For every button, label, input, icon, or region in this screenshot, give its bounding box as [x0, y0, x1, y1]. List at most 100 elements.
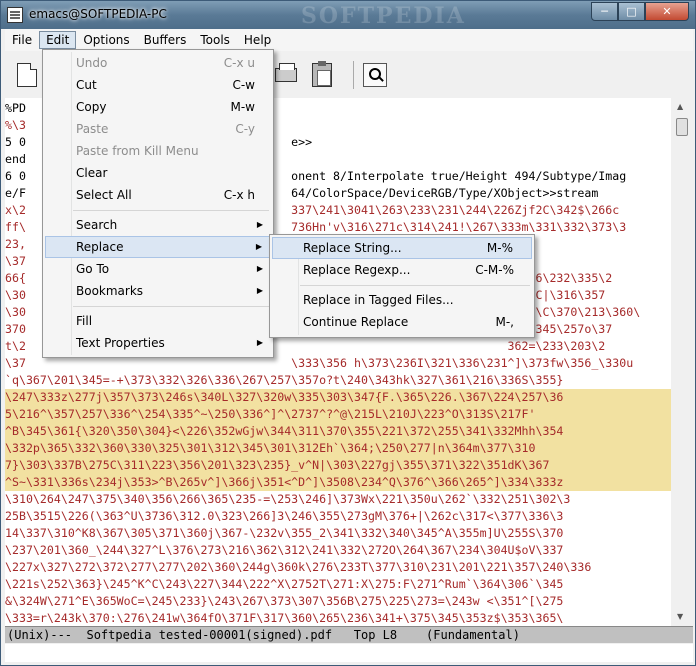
- menu-item-copy[interactable]: Copy M-w: [45, 96, 271, 118]
- menu-item-paste-from-kill-menu[interactable]: Paste from Kill Menu: [45, 140, 271, 162]
- submenu-arrow-icon: ▶: [256, 264, 263, 273]
- menu-item-replace-regexp[interactable]: Replace Regexp... C-M-%: [272, 259, 532, 281]
- menu-item-bookmarks[interactable]: Bookmarks ▶: [45, 280, 271, 302]
- menu-item-label: Search: [76, 218, 118, 232]
- submenu-arrow-icon: ▶: [255, 242, 262, 251]
- menu-item-shortcut: C-y: [235, 122, 255, 136]
- code-line-selected: \247\333z\277j\357\373\246s\340L\327\320…: [5, 389, 671, 406]
- code-line: \227x\327\272\372\277\277\202\360\244g\3…: [5, 560, 592, 574]
- menu-separator: [73, 306, 269, 307]
- code-line-selected: \332p\365\332\360\330\325\301\312\345\30…: [5, 440, 671, 457]
- menu-item-select-all[interactable]: Select All C-x h: [45, 184, 271, 206]
- new-file-icon: [17, 63, 37, 87]
- menu-item-replace[interactable]: Replace ▶: [45, 236, 271, 258]
- menu-item-fill[interactable]: Fill: [45, 310, 271, 332]
- menu-options[interactable]: Options: [76, 31, 136, 49]
- title-bar[interactable]: emacs@SOFTPEDIA-PC SOFTPEDIA ─ □ ✕: [1, 1, 695, 29]
- search-icon: [363, 63, 387, 87]
- print-button[interactable]: [273, 62, 299, 88]
- menu-item-label: Replace String...: [303, 241, 402, 255]
- replace-submenu: Replace String... M-% Replace Regexp... …: [269, 234, 535, 338]
- minimize-button[interactable]: ─: [591, 2, 618, 21]
- window-title: emacs@SOFTPEDIA-PC: [29, 7, 167, 21]
- code-line-selected: ^S~\331\336s\234j\353>^B\265v^]\366j\351…: [5, 474, 671, 491]
- code-line: \221s\252\363}\245^K^C\243\227\344\222^X…: [5, 577, 564, 591]
- submenu-arrow-icon: ▶: [256, 220, 263, 229]
- menu-buffers[interactable]: Buffers: [137, 31, 194, 49]
- paste-button[interactable]: [309, 61, 335, 88]
- code-line-selected: 5\216^\357\257\336^\254\335^~\250\336^]^…: [5, 406, 671, 423]
- menu-item-label: Paste from Kill Menu: [76, 144, 199, 158]
- mode-line: (Unix)--- Softpedia tested-00001(signed)…: [5, 626, 693, 643]
- menu-item-text-properties[interactable]: Text Properties ▶: [45, 332, 271, 354]
- menu-item-label: Replace in Tagged Files...: [303, 293, 454, 307]
- menu-item-search[interactable]: Search ▶: [45, 214, 271, 236]
- menu-item-shortcut: C-w: [232, 78, 255, 92]
- scroll-up-icon[interactable]: ▲: [677, 102, 683, 111]
- menu-item-label: Replace: [76, 240, 124, 254]
- close-icon: ✕: [662, 5, 672, 18]
- search-button[interactable]: [362, 62, 388, 88]
- menu-item-shortcut: C-M-%: [475, 263, 514, 277]
- menu-item-go-to[interactable]: Go To ▶: [45, 258, 271, 280]
- menu-item-shortcut: C-x h: [223, 188, 255, 202]
- menu-item-label: Replace Regexp...: [303, 263, 411, 277]
- window-controls: ─ □ ✕: [591, 2, 689, 22]
- maximize-icon: □: [626, 5, 637, 18]
- menu-item-paste[interactable]: Paste C-y: [45, 118, 271, 140]
- submenu-arrow-icon: ▶: [256, 286, 263, 295]
- menu-item-label: Cut: [76, 78, 97, 92]
- menu-help[interactable]: Help: [237, 31, 278, 49]
- code-line: \333=r\243k\370:\276\241w\364fO\371F\317…: [5, 611, 564, 625]
- menu-item-shortcut: M-w: [230, 100, 256, 114]
- menu-item-shortcut: M-,: [495, 315, 515, 329]
- menu-item-label: Undo: [76, 56, 108, 70]
- menu-item-label: Copy: [76, 100, 107, 114]
- code-line-selected: ^B\345\361{\320\350\304}<\226\352wGjw\34…: [5, 423, 671, 440]
- menu-item-replace-in-tagged-files[interactable]: Replace in Tagged Files...: [272, 289, 532, 311]
- print-icon: [275, 63, 297, 82]
- menu-item-label: Clear: [76, 166, 108, 180]
- menu-file[interactable]: File: [5, 31, 39, 49]
- menu-item-label: Paste: [76, 122, 109, 136]
- menu-bar: File Edit Options Buffers Tools Help: [5, 29, 693, 51]
- menu-separator: [73, 210, 269, 211]
- vertical-scrollbar[interactable]: ▲ ▼: [673, 98, 691, 626]
- menu-item-label: Bookmarks: [76, 284, 144, 298]
- close-button[interactable]: ✕: [645, 2, 689, 21]
- menu-item-undo[interactable]: Undo C-x u: [45, 52, 271, 74]
- watermark: SOFTPEDIA: [301, 3, 466, 29]
- scroll-thumb[interactable]: [676, 118, 688, 136]
- edit-menu-dropdown: Undo C-x u Cut C-w Copy M-w Paste C-y Pa…: [42, 49, 274, 358]
- selection-start-marker: [17, 372, 671, 389]
- submenu-arrow-icon: ▶: [256, 338, 263, 347]
- menu-item-label: Go To: [76, 262, 110, 276]
- menu-item-shortcut: C-x u: [223, 56, 255, 70]
- maximize-button[interactable]: □: [618, 2, 645, 21]
- menu-item-cut[interactable]: Cut C-w: [45, 74, 271, 96]
- menu-item-label: Select All: [76, 188, 132, 202]
- menu-item-shortcut: M-%: [486, 241, 513, 255]
- paste-icon: [312, 61, 332, 87]
- code-line: \237\201\360_\244\327^L\376\273\216\362\…: [5, 543, 564, 557]
- code-line: 14\337\310^K8\367\305\371\360j\367-\232v…: [5, 526, 564, 540]
- menu-item-label: Text Properties: [76, 336, 165, 350]
- minibuffer[interactable]: [5, 644, 693, 662]
- menu-item-continue-replace[interactable]: Continue Replace M-,: [272, 311, 532, 333]
- menu-separator: [300, 285, 530, 286]
- menu-edit[interactable]: Edit: [39, 31, 77, 49]
- menu-item-label: Continue Replace: [303, 315, 409, 329]
- emacs-app-icon: [7, 7, 23, 23]
- menu-tools[interactable]: Tools: [193, 31, 237, 49]
- menu-item-replace-string[interactable]: Replace String... M-%: [272, 237, 532, 259]
- code-line: &\324W\271^E\365WoC=\245\233}\243\267\37…: [5, 594, 564, 608]
- scroll-down-icon[interactable]: ▼: [677, 612, 683, 621]
- new-file-button[interactable]: [15, 62, 41, 88]
- minimize-icon: ─: [601, 5, 608, 18]
- menu-item-label: Fill: [76, 314, 93, 328]
- toolbar-separator: [353, 61, 354, 89]
- code-line: \310\264\247\375\340\356\266\365\235-=\2…: [5, 492, 571, 506]
- code-line: 25B\3515\226(\363^U\3736\312.0\323\266]3…: [5, 509, 564, 523]
- menu-item-clear[interactable]: Clear: [45, 162, 271, 184]
- code-line-selected: 7}\303\337B\275C\311\223\356\201\323\235…: [5, 457, 671, 474]
